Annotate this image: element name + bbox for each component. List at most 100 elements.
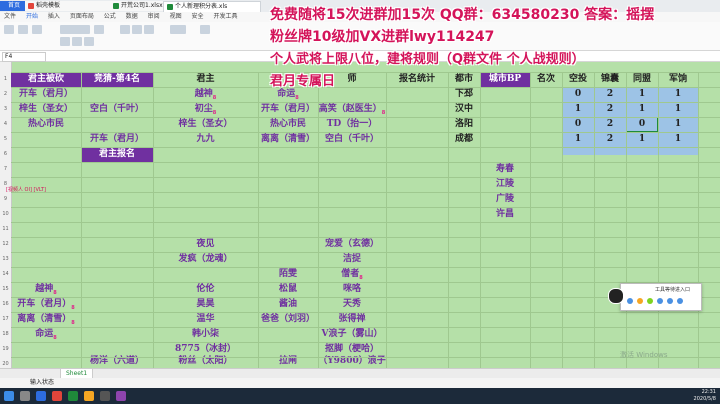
cell[interactable]: 广陵 [480, 192, 530, 207]
menu-view[interactable]: 视图 [170, 12, 182, 22]
folder-icon[interactable] [84, 391, 94, 401]
row-number[interactable]: 2 [0, 91, 11, 97]
cell[interactable]: 江陵 [480, 177, 530, 192]
cell[interactable]: 九九 [153, 132, 258, 147]
system-clock[interactable]: 22:31 2020/5/8 [694, 389, 716, 403]
align-right-icon[interactable] [144, 25, 154, 34]
cell[interactable]: 0 [562, 87, 594, 102]
cell[interactable]: 2 [594, 117, 626, 132]
cell[interactable]: 1 [626, 132, 658, 147]
header-cell[interactable]: 竞猜-第4名 [81, 72, 153, 87]
cell[interactable]: 越神8 [153, 87, 258, 102]
font-select[interactable] [60, 25, 90, 34]
cell[interactable]: 开车（君月） [11, 87, 81, 102]
cell[interactable]: 张得禅 [318, 312, 386, 327]
row-number[interactable]: 18 [0, 331, 11, 337]
cell[interactable]: 开车（君月）8 [11, 297, 81, 312]
junzhu-baoming-cell[interactable]: 君主报名 [81, 147, 153, 162]
header-cell[interactable]: 君主被砍 [11, 72, 81, 87]
cell[interactable]: 2 [594, 87, 626, 102]
cell[interactable]: V浪子（雾山） [318, 327, 386, 342]
cell[interactable]: 1 [658, 87, 698, 102]
menu-security[interactable]: 安全 [192, 12, 204, 22]
screen-icon[interactable] [667, 298, 673, 304]
row-number[interactable]: 15 [0, 286, 11, 292]
cell[interactable]: 2 [594, 102, 626, 117]
cell[interactable]: 开车（君月） [81, 132, 153, 147]
more-icon[interactable] [677, 298, 683, 304]
row-number[interactable]: 17 [0, 316, 11, 322]
cell[interactable]: 0 [562, 117, 594, 132]
spreadsheet-grid[interactable]: 1 2 3 4 5 6 7 8 9 10 11 12 13 14 15 16 17 18 19 20 君主被砍 竞猜-… [0, 62, 720, 368]
cell[interactable]: 热心市民 [11, 117, 81, 132]
menu-formula[interactable]: 公式 [104, 12, 116, 22]
menu-review[interactable]: 审阅 [148, 12, 160, 22]
merge-icon[interactable] [170, 25, 186, 34]
app-icon[interactable] [116, 391, 126, 401]
cell[interactable]: 伦伦 [153, 282, 258, 297]
cell[interactable]: 寿春 [480, 162, 530, 177]
underline-icon[interactable] [84, 37, 94, 46]
row-number[interactable]: 10 [0, 211, 11, 217]
cell[interactable]: 洁捉 [318, 252, 386, 267]
cell[interactable]: 夜见 [153, 237, 258, 252]
tab-file-2[interactable]: 个人新理积分表.xls [163, 1, 261, 12]
header-cell[interactable]: 报名统计 [386, 72, 448, 87]
cell[interactable]: 酱油 [258, 297, 318, 312]
cell[interactable]: 1 [658, 132, 698, 147]
cell[interactable]: 1 [562, 102, 594, 117]
row-number[interactable]: 4 [0, 121, 11, 127]
cell[interactable]: 下邳 [448, 87, 480, 102]
cell[interactable]: 1 [658, 117, 698, 132]
row-number[interactable]: 20 [0, 361, 11, 367]
row-number[interactable]: 6 [0, 151, 11, 157]
cell[interactable]: 2 [594, 132, 626, 147]
start-icon[interactable] [4, 391, 14, 401]
header-cell[interactable]: 同盟 [626, 72, 658, 87]
row-number[interactable]: 3 [0, 106, 11, 112]
sheet-app-icon[interactable] [68, 391, 78, 401]
cell[interactable]: 昊昊 [153, 297, 258, 312]
row-number[interactable]: 16 [0, 301, 11, 307]
wps-icon[interactable] [52, 391, 62, 401]
header-cell[interactable]: 君主 [153, 72, 258, 87]
align-center-icon[interactable] [132, 25, 142, 34]
row-number[interactable]: 1 [0, 76, 11, 82]
cell[interactable]: 梓生（圣女） [11, 102, 81, 117]
cell[interactable]: 离离（清雪）8 [11, 312, 81, 327]
cell[interactable]: 韩小柒 [153, 327, 258, 342]
row-number[interactable]: 14 [0, 271, 11, 277]
chat-icon[interactable] [627, 298, 633, 304]
emoji-icon[interactable] [637, 298, 643, 304]
row-number[interactable]: 9 [0, 196, 11, 202]
file-icon[interactable] [657, 298, 663, 304]
cell[interactable]: 初尘8 [153, 102, 258, 117]
align-left-icon[interactable] [120, 25, 130, 34]
cell[interactable]: 僧者8 [318, 267, 386, 282]
cell[interactable]: 宠爱（玄德） [318, 237, 386, 252]
cell[interactable]: 汉中 [448, 102, 480, 117]
header-cell[interactable]: 空投 [562, 72, 594, 87]
row-number[interactable]: 19 [0, 346, 11, 352]
search-icon[interactable] [20, 391, 30, 401]
cell[interactable]: 1 [626, 102, 658, 117]
qq-icon[interactable] [608, 288, 624, 304]
cell[interactable]: 1 [562, 132, 594, 147]
cell[interactable]: 开车（君月） [258, 102, 318, 117]
tab-docer[interactable]: 稻壳模板 [25, 1, 111, 11]
cell[interactable]: 爸爸（刘羽） [258, 312, 318, 327]
cell[interactable]: 1 [626, 87, 658, 102]
row-number[interactable]: 11 [0, 226, 11, 232]
cell[interactable]: 越神8 [11, 282, 81, 297]
app-icon[interactable] [100, 391, 110, 401]
header-cell[interactable]: 锦囊 [594, 72, 626, 87]
browser-icon[interactable] [36, 391, 46, 401]
menu-insert[interactable]: 插入 [48, 12, 60, 22]
row-number[interactable]: 12 [0, 241, 11, 247]
chat-popup[interactable]: 工具等待进入口 [620, 283, 702, 311]
header-cell[interactable]: 城市BP [480, 72, 530, 87]
selected-cell[interactable]: 0 [626, 117, 658, 132]
cell[interactable]: 空白（千叶） [318, 132, 386, 147]
cell[interactable]: 成都 [448, 132, 480, 147]
tab-home[interactable]: 首页 [0, 1, 28, 11]
